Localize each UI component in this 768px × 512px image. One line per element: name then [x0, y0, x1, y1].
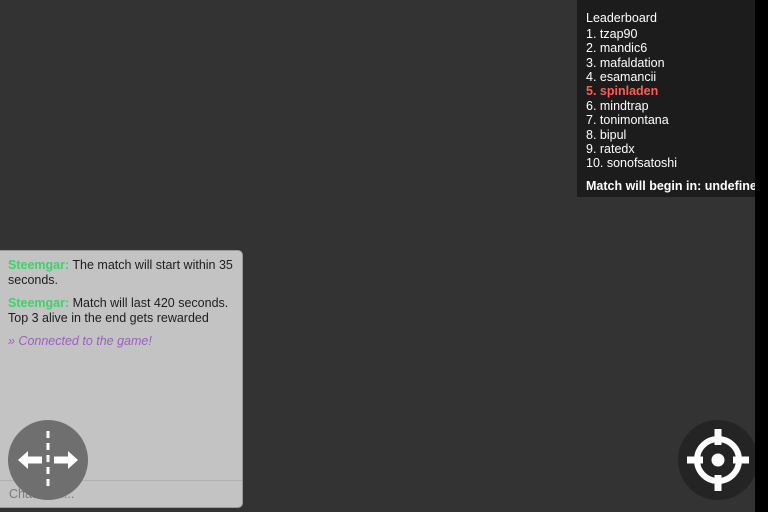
arrow-right-icon: [54, 451, 78, 469]
game-screen: Leaderboard 1. tzap90 2. mandic6 3. mafa…: [0, 0, 768, 512]
move-left-right-pad[interactable]: [8, 420, 88, 500]
leaderboard-entry: 3. mafaldation: [586, 55, 665, 70]
leaderboard-entry: 1. tzap90: [586, 26, 638, 41]
crosshair-target-button[interactable]: [678, 420, 755, 500]
chat-message: Steemgar: The match will start within 35…: [8, 258, 234, 287]
leaderboard-entry: 4. esamancii: [586, 69, 657, 84]
leaderboard-entry-current-player: 5. spinladen: [586, 84, 659, 99]
leaderboard-entry: 6. mindtrap: [586, 98, 649, 113]
chat-message-author: Steemgar: [8, 296, 65, 310]
chat-message-author: Steemgar: [8, 258, 65, 272]
leaderboard-entry: 2. mandic6: [586, 41, 648, 56]
leaderboard-entry: 7. tonimontana: [586, 113, 669, 128]
leaderboard-title: Leaderboard: [586, 11, 657, 25]
leaderboard-entry: 8. bipul: [586, 127, 627, 142]
match-countdown-text: Match will begin in: undefined: [586, 179, 755, 194]
chat-message: Steemgar: Match will last 420 seconds. T…: [8, 296, 234, 325]
crosshair-icon: [687, 429, 749, 491]
right-edge-gutter: [755, 0, 768, 512]
leaderboard-entry: 9. ratedx: [586, 141, 635, 156]
game-viewport[interactable]: Leaderboard 1. tzap90 2. mandic6 3. mafa…: [0, 0, 755, 512]
dpad-arrows-icon: [18, 431, 78, 489]
chat-system-message: » Connected to the game!: [8, 334, 152, 348]
leaderboard-list: 1. tzap90 2. mandic6 3. mafaldation 4. e…: [586, 27, 755, 171]
leaderboard-entry: 10. sonofsatoshi: [586, 156, 678, 171]
arrow-left-icon: [18, 451, 42, 469]
leaderboard-panel: Leaderboard 1. tzap90 2. mandic6 3. mafa…: [577, 0, 755, 197]
